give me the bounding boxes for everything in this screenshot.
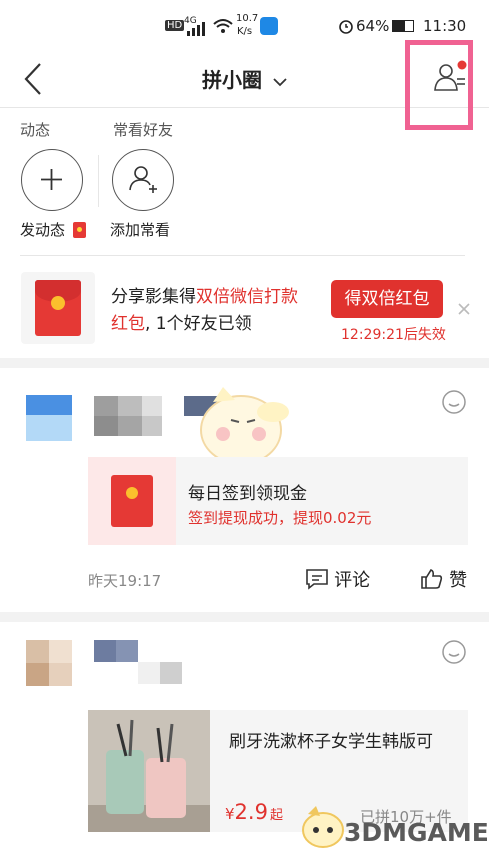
avatar[interactable]: [26, 640, 72, 686]
like-button[interactable]: 赞: [420, 566, 467, 592]
comment-label: 评论: [334, 570, 371, 591]
wifi-icon: [213, 19, 233, 33]
section-divider: [98, 155, 99, 207]
plus-icon: [41, 169, 62, 190]
clock: 11:30: [423, 17, 467, 35]
feed-divider: [0, 358, 489, 368]
product-title: 刷牙洗漱杯子女学生韩版可: [229, 732, 433, 752]
feed-divider: [0, 612, 489, 622]
red-packet-icon: [35, 280, 81, 336]
chat-bubble-icon[interactable]: [440, 640, 468, 666]
chevron-down-icon: [273, 78, 287, 87]
banner-countdown: 12:29:21后失效: [341, 327, 446, 343]
red-packet-badge-icon: [73, 222, 86, 238]
comment-button[interactable]: 评论: [305, 566, 370, 592]
banner-text-suffix: , 1个好友已领: [145, 314, 252, 334]
banner-image-bg: [21, 272, 95, 344]
page-title-text: 拼小圈: [202, 68, 263, 92]
alarm-icon: [339, 20, 353, 34]
watermark-text: 3DMGAME: [344, 818, 489, 847]
username-mosaic: [94, 640, 190, 686]
battery-icon: [392, 20, 414, 32]
checkin-card[interactable]: 每日签到领现金 签到提现成功，提现0.02元: [88, 457, 468, 545]
highlight-box: [405, 40, 473, 130]
signal-icon: [187, 22, 205, 36]
speed-value: 10.7: [236, 13, 259, 24]
thumbs-up-icon: [421, 569, 443, 589]
red-packet-icon: [111, 475, 153, 527]
product-card[interactable]: 刷牙洗漱杯子女学生韩版可 ¥2.9 起 已拼10万+件: [88, 710, 468, 832]
close-icon[interactable]: [457, 302, 471, 316]
post-time: 昨天19:17: [88, 572, 162, 590]
price-suffix: 起: [269, 808, 283, 823]
section-separator: [20, 255, 465, 256]
like-label: 赞: [449, 570, 468, 591]
add-user-icon: [129, 166, 157, 193]
comment-icon: [306, 569, 328, 590]
banner-text: 分享影集得双倍微信打款红包, 1个好友已领: [111, 284, 311, 338]
price-currency: ¥: [225, 805, 235, 823]
card-image-bg: [88, 457, 176, 545]
hd-badge: HD: [165, 20, 185, 31]
post-moment-label: 发动态: [20, 221, 66, 239]
product-image: [88, 710, 210, 832]
add-friend-label: 添加常看: [110, 221, 171, 239]
speed-unit: K/s: [237, 26, 253, 37]
app-notification-icon: [260, 17, 278, 35]
battery-percent: 64%: [356, 17, 390, 35]
feed-section-label: 动态: [20, 121, 51, 139]
card-subtitle: 签到提现成功，提现0.02元: [188, 509, 372, 527]
banner-text-prefix: 分享影集得: [111, 287, 196, 307]
double-red-packet-button[interactable]: 得双倍红包: [331, 280, 443, 318]
watermark-mascot-icon: [302, 806, 344, 848]
post-moment-button[interactable]: [21, 149, 83, 211]
product-price: ¥2.9 起: [225, 800, 283, 824]
add-friend-button[interactable]: [112, 149, 174, 211]
friends-section-label: 常看好友: [113, 121, 174, 139]
price-value: 2.9: [234, 800, 268, 824]
chat-bubble-icon[interactable]: [440, 390, 468, 416]
card-title: 每日签到领现金: [188, 484, 307, 504]
avatar[interactable]: [26, 395, 72, 441]
